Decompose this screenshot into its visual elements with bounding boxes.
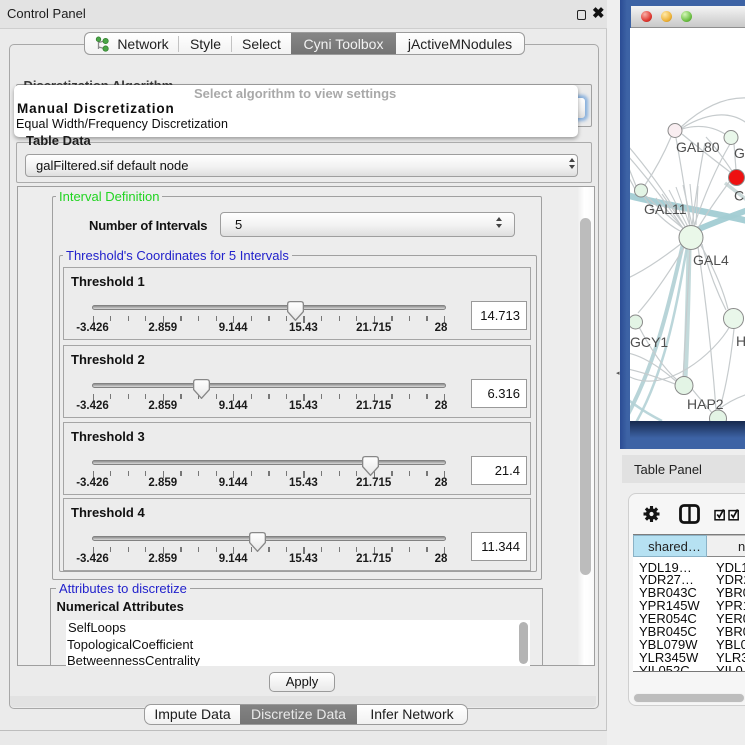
svg-text:C: C	[734, 188, 744, 204]
svg-text:GCY1: GCY1	[630, 334, 668, 350]
svg-text:G.: G.	[734, 145, 745, 161]
svg-text:GAL80: GAL80	[676, 139, 720, 155]
svg-text:GAL4: GAL4	[693, 252, 729, 268]
svg-text:HAP2: HAP2	[687, 396, 724, 412]
svg-text:H: H	[736, 333, 745, 349]
svg-text:GAL11: GAL11	[644, 201, 687, 217]
